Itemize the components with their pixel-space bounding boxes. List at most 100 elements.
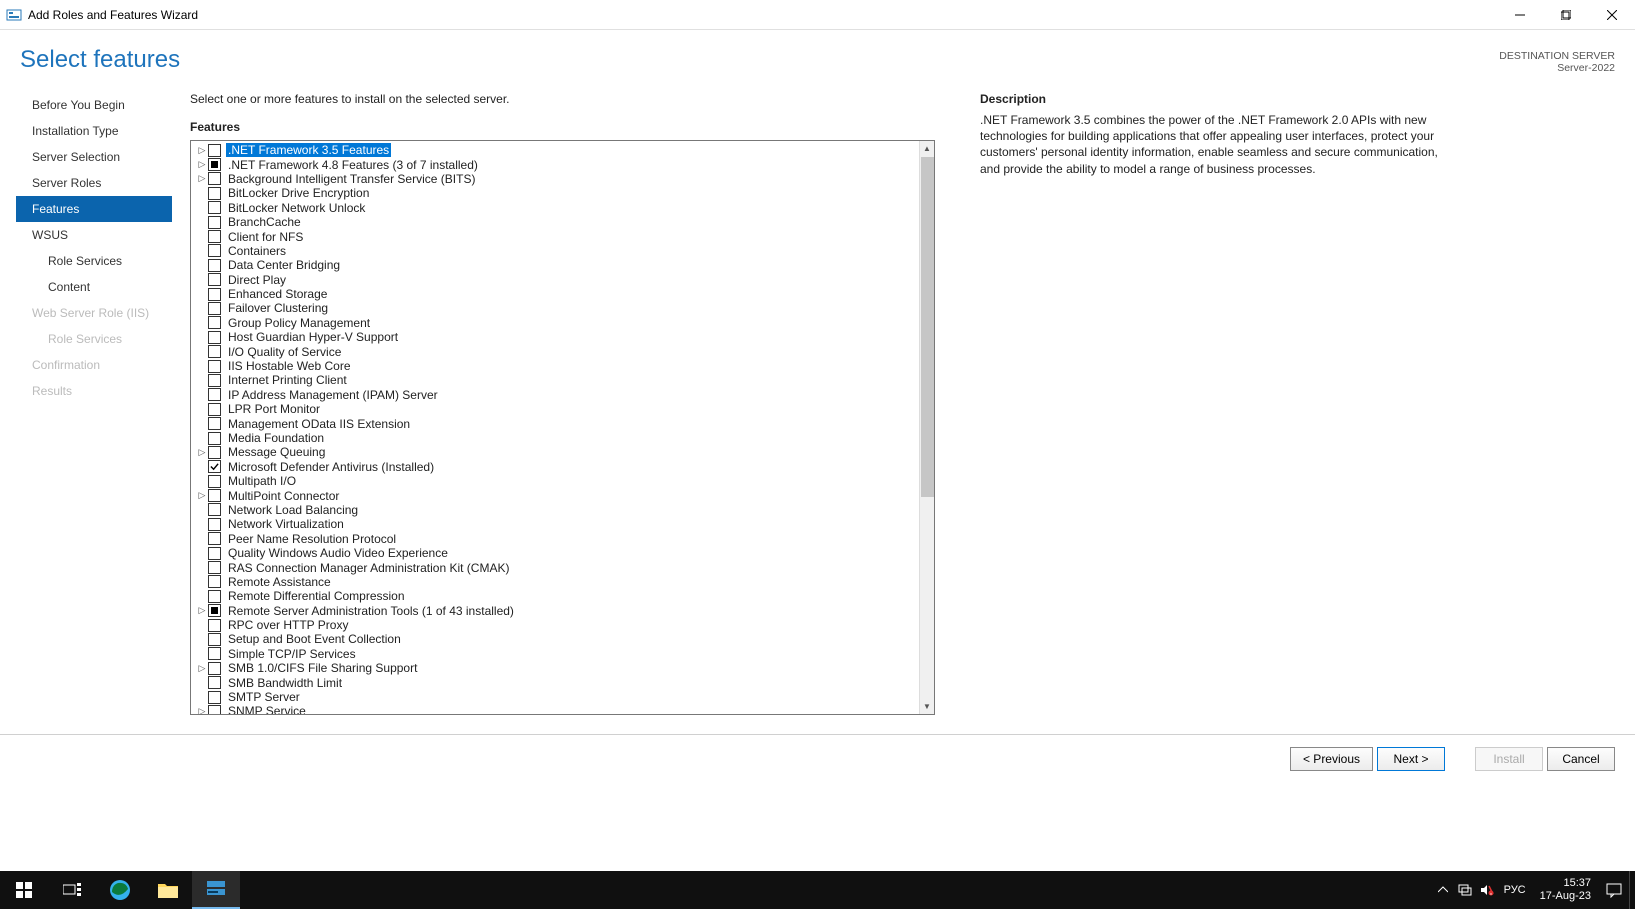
features-tree[interactable]: ▷.NET Framework 3.5 Features▷.NET Framew… — [190, 140, 935, 715]
feature-item[interactable]: Direct Play — [193, 273, 932, 287]
feature-checkbox[interactable] — [208, 532, 221, 545]
feature-label[interactable]: Group Policy Management — [226, 316, 372, 330]
feature-label[interactable]: Direct Play — [226, 273, 288, 287]
feature-checkbox[interactable] — [208, 561, 221, 574]
feature-checkbox[interactable] — [208, 676, 221, 689]
feature-label[interactable]: RPC over HTTP Proxy — [226, 618, 350, 632]
feature-item[interactable]: Network Virtualization — [193, 517, 932, 531]
feature-label[interactable]: Containers — [226, 244, 288, 258]
expander-icon[interactable]: ▷ — [197, 490, 207, 501]
feature-label[interactable]: IIS Hostable Web Core — [226, 359, 353, 373]
feature-label[interactable]: Multipath I/O — [226, 474, 298, 488]
feature-label[interactable]: Client for NFS — [226, 230, 305, 244]
feature-label[interactable]: BitLocker Drive Encryption — [226, 186, 371, 200]
feature-checkbox[interactable] — [208, 273, 221, 286]
feature-checkbox[interactable] — [208, 417, 221, 430]
feature-checkbox[interactable] — [208, 619, 221, 632]
feature-item[interactable]: I/O Quality of Service — [193, 344, 932, 358]
feature-item[interactable]: Containers — [193, 244, 932, 258]
feature-checkbox[interactable] — [208, 590, 221, 603]
feature-item[interactable]: Internet Printing Client — [193, 373, 932, 387]
feature-label[interactable]: Media Foundation — [226, 431, 326, 445]
feature-item[interactable]: Management OData IIS Extension — [193, 416, 932, 430]
feature-label[interactable]: Background Intelligent Transfer Service … — [226, 172, 477, 186]
feature-label[interactable]: SNMP Service — [226, 704, 308, 715]
wizard-step-before-you-begin[interactable]: Before You Begin — [16, 92, 172, 118]
feature-checkbox[interactable] — [208, 288, 221, 301]
feature-label[interactable]: Management OData IIS Extension — [226, 417, 412, 431]
expander-icon[interactable]: ▷ — [197, 706, 207, 715]
wizard-step-server-roles[interactable]: Server Roles — [16, 170, 172, 196]
feature-label[interactable]: Network Virtualization — [226, 517, 346, 531]
minimize-button[interactable] — [1497, 0, 1543, 30]
feature-label[interactable]: Host Guardian Hyper-V Support — [226, 330, 400, 344]
feature-label[interactable]: BranchCache — [226, 215, 303, 229]
feature-label[interactable]: MultiPoint Connector — [226, 489, 341, 503]
feature-checkbox[interactable] — [208, 446, 221, 459]
feature-checkbox[interactable] — [208, 633, 221, 646]
wizard-step-wsus[interactable]: WSUS — [16, 222, 172, 248]
feature-checkbox[interactable] — [208, 662, 221, 675]
feature-checkbox[interactable] — [208, 259, 221, 272]
feature-item[interactable]: Media Foundation — [193, 431, 932, 445]
feature-label[interactable]: Simple TCP/IP Services — [226, 647, 358, 661]
feature-item[interactable]: Microsoft Defender Antivirus (Installed) — [193, 460, 932, 474]
feature-label[interactable]: .NET Framework 4.8 Features (3 of 7 inst… — [226, 158, 480, 172]
tray-chevron-icon[interactable] — [1432, 885, 1454, 895]
taskview-button[interactable] — [48, 871, 96, 909]
feature-label[interactable]: Internet Printing Client — [226, 373, 349, 387]
scrollbar-thumb[interactable] — [921, 157, 934, 497]
feature-checkbox[interactable] — [208, 216, 221, 229]
taskbar-clock[interactable]: 15:37 17-Aug-23 — [1532, 877, 1599, 903]
feature-item[interactable]: ▷ MultiPoint Connector — [193, 488, 932, 502]
feature-item[interactable]: ▷ Background Intelligent Transfer Service… — [193, 172, 932, 186]
feature-item[interactable]: Data Center Bridging — [193, 258, 932, 272]
feature-checkbox[interactable] — [208, 691, 221, 704]
maximize-button[interactable] — [1543, 0, 1589, 30]
feature-label[interactable]: .NET Framework 3.5 Features — [226, 143, 391, 157]
feature-item[interactable]: Remote Assistance — [193, 575, 932, 589]
feature-checkbox[interactable] — [208, 705, 221, 715]
expander-icon[interactable]: ▷ — [197, 605, 207, 616]
wizard-step-server-selection[interactable]: Server Selection — [16, 144, 172, 170]
language-indicator[interactable]: РУС — [1498, 884, 1532, 896]
feature-label[interactable]: I/O Quality of Service — [226, 345, 343, 359]
feature-label[interactable]: Remote Server Administration Tools (1 of… — [226, 604, 516, 618]
feature-item[interactable]: ▷ Remote Server Administration Tools (1 o… — [193, 604, 932, 618]
feature-checkbox[interactable] — [208, 360, 221, 373]
feature-label[interactable]: Data Center Bridging — [226, 258, 342, 272]
feature-label[interactable]: Peer Name Resolution Protocol — [226, 532, 398, 546]
feature-checkbox[interactable] — [208, 230, 221, 243]
feature-label[interactable]: Message Queuing — [226, 445, 327, 459]
feature-label[interactable]: RAS Connection Manager Administration Ki… — [226, 561, 511, 575]
feature-checkbox[interactable] — [208, 460, 221, 473]
scroll-up-icon[interactable]: ▲ — [920, 141, 934, 156]
feature-label[interactable]: Remote Assistance — [226, 575, 333, 589]
expander-icon[interactable]: ▷ — [197, 173, 207, 184]
feature-item[interactable]: BitLocker Drive Encryption — [193, 186, 932, 200]
feature-checkbox[interactable] — [208, 331, 221, 344]
feature-item[interactable]: Client for NFS — [193, 229, 932, 243]
feature-label[interactable]: SMB 1.0/CIFS File Sharing Support — [226, 661, 419, 675]
install-button[interactable]: Install — [1475, 747, 1543, 771]
feature-checkbox[interactable] — [208, 503, 221, 516]
feature-checkbox[interactable] — [208, 647, 221, 660]
server-manager-icon[interactable] — [192, 871, 240, 909]
feature-item[interactable]: ▷.NET Framework 3.5 Features — [193, 143, 932, 157]
edge-icon[interactable] — [96, 871, 144, 909]
feature-checkbox[interactable] — [208, 201, 221, 214]
feature-item[interactable]: ▷Message Queuing — [193, 445, 932, 459]
feature-checkbox[interactable] — [208, 403, 221, 416]
feature-label[interactable]: SMTP Server — [226, 690, 302, 704]
start-button[interactable] — [0, 871, 48, 909]
file-explorer-icon[interactable] — [144, 871, 192, 909]
feature-item[interactable]: Setup and Boot Event Collection — [193, 632, 932, 646]
feature-item[interactable]: RPC over HTTP Proxy — [193, 618, 932, 632]
feature-item[interactable]: SMTP Server — [193, 690, 932, 704]
feature-item[interactable]: Quality Windows Audio Video Experience — [193, 546, 932, 560]
feature-item[interactable]: LPR Port Monitor — [193, 402, 932, 416]
feature-label[interactable]: SMB Bandwidth Limit — [226, 676, 344, 690]
feature-checkbox[interactable] — [208, 547, 221, 560]
feature-label[interactable]: BitLocker Network Unlock — [226, 201, 367, 215]
network-icon[interactable] — [1454, 884, 1476, 896]
